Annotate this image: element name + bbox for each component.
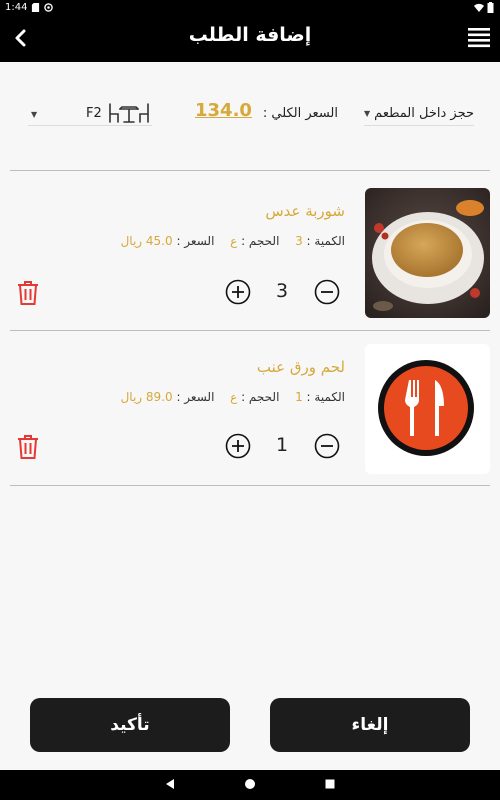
- nav-back-icon[interactable]: [164, 778, 176, 790]
- minus-circle-icon[interactable]: [314, 433, 340, 459]
- quantity-counter: 3: [275, 280, 289, 302]
- table-select[interactable]: ▼ F2: [28, 103, 152, 126]
- item-details: الكمية : 3 الحجم : ع السعر : 45.0 ريال: [121, 234, 345, 248]
- item-image-restaurant-logo: [365, 344, 490, 474]
- divider: [10, 170, 490, 171]
- item-name: شوربة عدس: [265, 202, 345, 220]
- table-chairs-icon: [109, 103, 149, 123]
- system-nav-bar: [0, 770, 500, 800]
- size-value: ع: [230, 390, 238, 404]
- quantity-value: 3: [295, 234, 303, 248]
- quantity-label: الكمية :: [306, 390, 345, 404]
- plus-circle-icon[interactable]: [225, 279, 251, 305]
- wifi-icon: [473, 3, 484, 13]
- cancel-button[interactable]: إلغاء: [270, 698, 470, 752]
- minus-circle-icon[interactable]: [314, 279, 340, 305]
- item-image-lentil-soup: [365, 188, 490, 318]
- item-name: لحم ورق عنب: [256, 358, 345, 376]
- trash-icon[interactable]: [16, 434, 40, 460]
- quantity-value: 1: [295, 390, 303, 404]
- quantity-counter: 1: [275, 434, 289, 456]
- total-price-value: 134.0: [195, 100, 252, 121]
- dropdown-caret-icon: ▼: [364, 109, 371, 118]
- trash-icon[interactable]: [16, 280, 40, 306]
- total-price-label: السعر الكلي :: [262, 106, 338, 121]
- size-label: الحجم :: [241, 390, 280, 404]
- order-item: شوربة عدس الكمية : 3 الحجم : ع السعر : 4…: [10, 172, 490, 322]
- size-label: الحجم :: [241, 234, 280, 248]
- quantity-label: الكمية :: [306, 234, 345, 248]
- price-value: 45.0 ريال: [120, 234, 173, 248]
- status-right: [473, 2, 494, 16]
- status-time: 1:44: [5, 2, 28, 13]
- battery-icon: [487, 2, 494, 13]
- plus-circle-icon[interactable]: [225, 433, 251, 459]
- sync-icon: [44, 3, 53, 12]
- order-item: لحم ورق عنب الكمية : 1 الحجم : ع السعر :…: [10, 328, 490, 478]
- order-type-select[interactable]: حجز داخل المطعم ▼: [364, 104, 474, 126]
- price-value: 89.0 ريال: [120, 390, 173, 404]
- dropdown-caret-icon: ▼: [31, 110, 38, 119]
- price-label: السعر :: [176, 234, 215, 248]
- size-value: ع: [230, 234, 238, 248]
- order-type-value: حجز داخل المطعم: [374, 106, 474, 121]
- status-bar: 1:44: [0, 0, 500, 16]
- order-summary: حجز داخل المطعم ▼ السعر الكلي : 134.0 ▼ …: [0, 62, 500, 170]
- nav-home-icon[interactable]: [244, 778, 256, 790]
- divider: [10, 485, 490, 486]
- table-code: F2: [86, 106, 102, 121]
- app-bar: إضافة الطلب: [0, 16, 500, 62]
- item-details: الكمية : 1 الحجم : ع السعر : 89.0 ريال: [121, 390, 345, 404]
- sd-card-icon: [31, 3, 40, 12]
- menu-icon[interactable]: [468, 26, 490, 48]
- confirm-button[interactable]: تأكيد: [30, 698, 230, 752]
- price-label: السعر :: [176, 390, 215, 404]
- nav-recents-icon[interactable]: [324, 778, 336, 790]
- page-title: إضافة الطلب: [188, 24, 312, 46]
